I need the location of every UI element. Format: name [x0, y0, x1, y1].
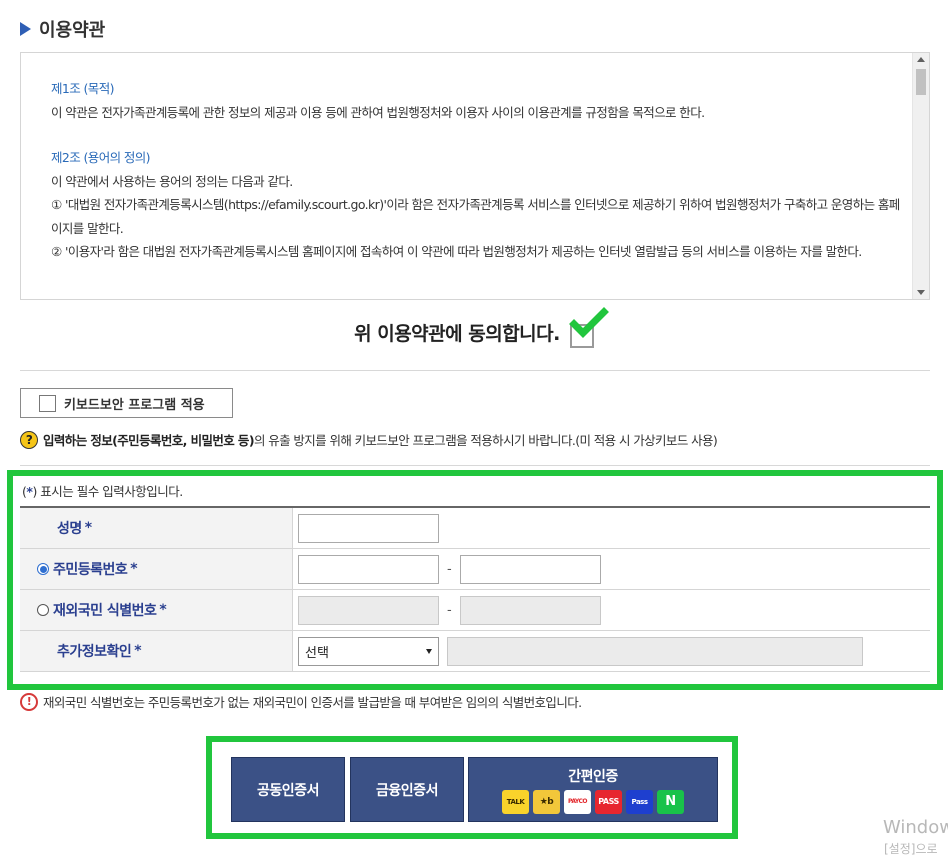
rrn-dash: - [447, 561, 452, 577]
divider [20, 465, 930, 466]
terms-scrollbar[interactable] [912, 53, 929, 299]
warning-text: 재외국민 식별번호는 주민등록번호가 없는 재외국민이 인증서를 발급받을 때 … [43, 695, 582, 710]
required-star: * [134, 643, 142, 659]
extra-info-select[interactable]: 선택 [298, 636, 439, 666]
divider [20, 370, 930, 371]
pass-icon: PASS [595, 789, 622, 814]
exclamation-icon: ! [20, 692, 38, 711]
rrn-front-input[interactable] [298, 554, 439, 584]
kakao-talk-icon: TALK [502, 789, 529, 814]
form-row-extra: 추가정보확인 * 선택 [20, 631, 930, 672]
rrn-label: 주민등록번호 * [20, 549, 293, 589]
checkmark-icon [568, 307, 609, 338]
scroll-down-icon[interactable] [917, 290, 925, 295]
keyboard-security-button[interactable]: 키보드보안 프로그램 적용 [20, 388, 233, 418]
payco-icon: PAYCO [564, 789, 591, 814]
required-note: (*) 표시는 필수 입력사항입니다. [22, 484, 183, 499]
rrn-back-input[interactable] [459, 554, 601, 584]
agree-label: 위 이용약관에 동의합니다. [354, 322, 560, 345]
name-input[interactable] [298, 513, 439, 543]
section-title: 이용약관 [20, 16, 105, 42]
kb-icon: ★b [533, 789, 560, 814]
scroll-thumb[interactable] [916, 69, 926, 95]
scroll-up-icon[interactable] [917, 57, 925, 62]
financial-certificate-button[interactable]: 금융인증서 [350, 757, 464, 822]
terms-scroll-box[interactable]: 제1조 (목적) 이 약관은 전자가족관계등록에 관한 정보의 제공과 이용 등… [20, 52, 930, 300]
foreign-id-label: 재외국민 식별번호 * [20, 590, 293, 630]
question-icon: ? [20, 430, 38, 449]
required-star: * [84, 520, 92, 536]
note-bold-text: 입력하는 정보(주민등록번호, 비밀번호 등) [43, 433, 255, 448]
naver-icon: N [657, 789, 684, 814]
simple-auth-label: 간편인증 [568, 768, 618, 785]
triangle-bullet-icon [20, 22, 31, 36]
foreign-id-radio[interactable] [37, 604, 49, 616]
required-star: * [159, 602, 167, 618]
foreign-id-warning: ! 재외국민 식별번호는 주민등록번호가 없는 재외국민이 인증서를 발급받을 … [20, 692, 582, 711]
keyboard-security-checkbox[interactable] [39, 394, 56, 412]
form-row-name: 성명 * [20, 508, 930, 549]
keyboard-security-note: ? 입력하는 정보(주민등록번호, 비밀번호 등)의 유출 방지를 위해 키보드… [20, 430, 718, 449]
simple-auth-logos: TALK ★b PAYCO PASS Pass N [502, 789, 684, 814]
extra-info-label: 추가정보확인 * [20, 631, 293, 671]
required-star: * [130, 561, 138, 577]
form-row-foreign: 재외국민 식별번호 * - [20, 590, 930, 631]
dropdown-caret-icon [426, 648, 432, 654]
terms-content: 제1조 (목적) 이 약관은 전자가족관계등록에 관한 정보의 제공과 이용 등… [51, 77, 901, 264]
windows-activation-watermark: Window [883, 817, 948, 838]
windows-activation-watermark-sub: [설정]으로 [884, 842, 938, 855]
article-1-title: 제1조 (목적) [51, 81, 114, 96]
form-row-rrn: 주민등록번호 * - [20, 549, 930, 590]
rrn-radio[interactable] [37, 563, 49, 575]
article-1-body: 이 약관은 전자가족관계등록에 관한 정보의 제공과 이용 등에 관하여 법원행… [51, 104, 705, 120]
article-2-intro: 이 약관에서 사용하는 용어의 정의는 다음과 같다. [51, 173, 293, 189]
foreign-id-back-input[interactable] [459, 595, 601, 625]
article-2-title: 제2조 (용어의 정의) [51, 150, 151, 165]
identity-form: 성명 * 주민등록번호 * - 재외국민 식별번호 * - 추가정보확인 * 선… [20, 506, 930, 672]
name-label: 성명 * [20, 508, 293, 548]
extra-info-input[interactable] [447, 636, 863, 666]
foreign-id-front-input[interactable] [298, 595, 439, 625]
article-2-item-2: ② '이용자'라 함은 대법원 전자가족관계등록시스템 홈페이지에 접속하여 이… [51, 244, 862, 259]
section-title-text: 이용약관 [39, 20, 106, 41]
simple-auth-button[interactable]: 간편인증 TALK ★b PAYCO PASS Pass N [468, 757, 718, 822]
keyboard-security-label: 키보드보안 프로그램 적용 [64, 397, 205, 413]
agree-checkbox[interactable] [568, 307, 609, 348]
foreign-id-dash: - [447, 602, 452, 618]
joint-certificate-button[interactable]: 공동인증서 [231, 757, 345, 822]
note-rest-text: 의 유출 방지를 위해 키보드보안 프로그램을 적용하시기 바랍니다.(미 적용… [253, 433, 718, 448]
article-2-item-1: ① '대법원 전자가족관계등록시스템(https://efamily.scour… [51, 197, 900, 236]
agree-row: 위 이용약관에 동의합니다. [0, 307, 948, 348]
samsung-pass-icon: Pass [626, 789, 653, 814]
